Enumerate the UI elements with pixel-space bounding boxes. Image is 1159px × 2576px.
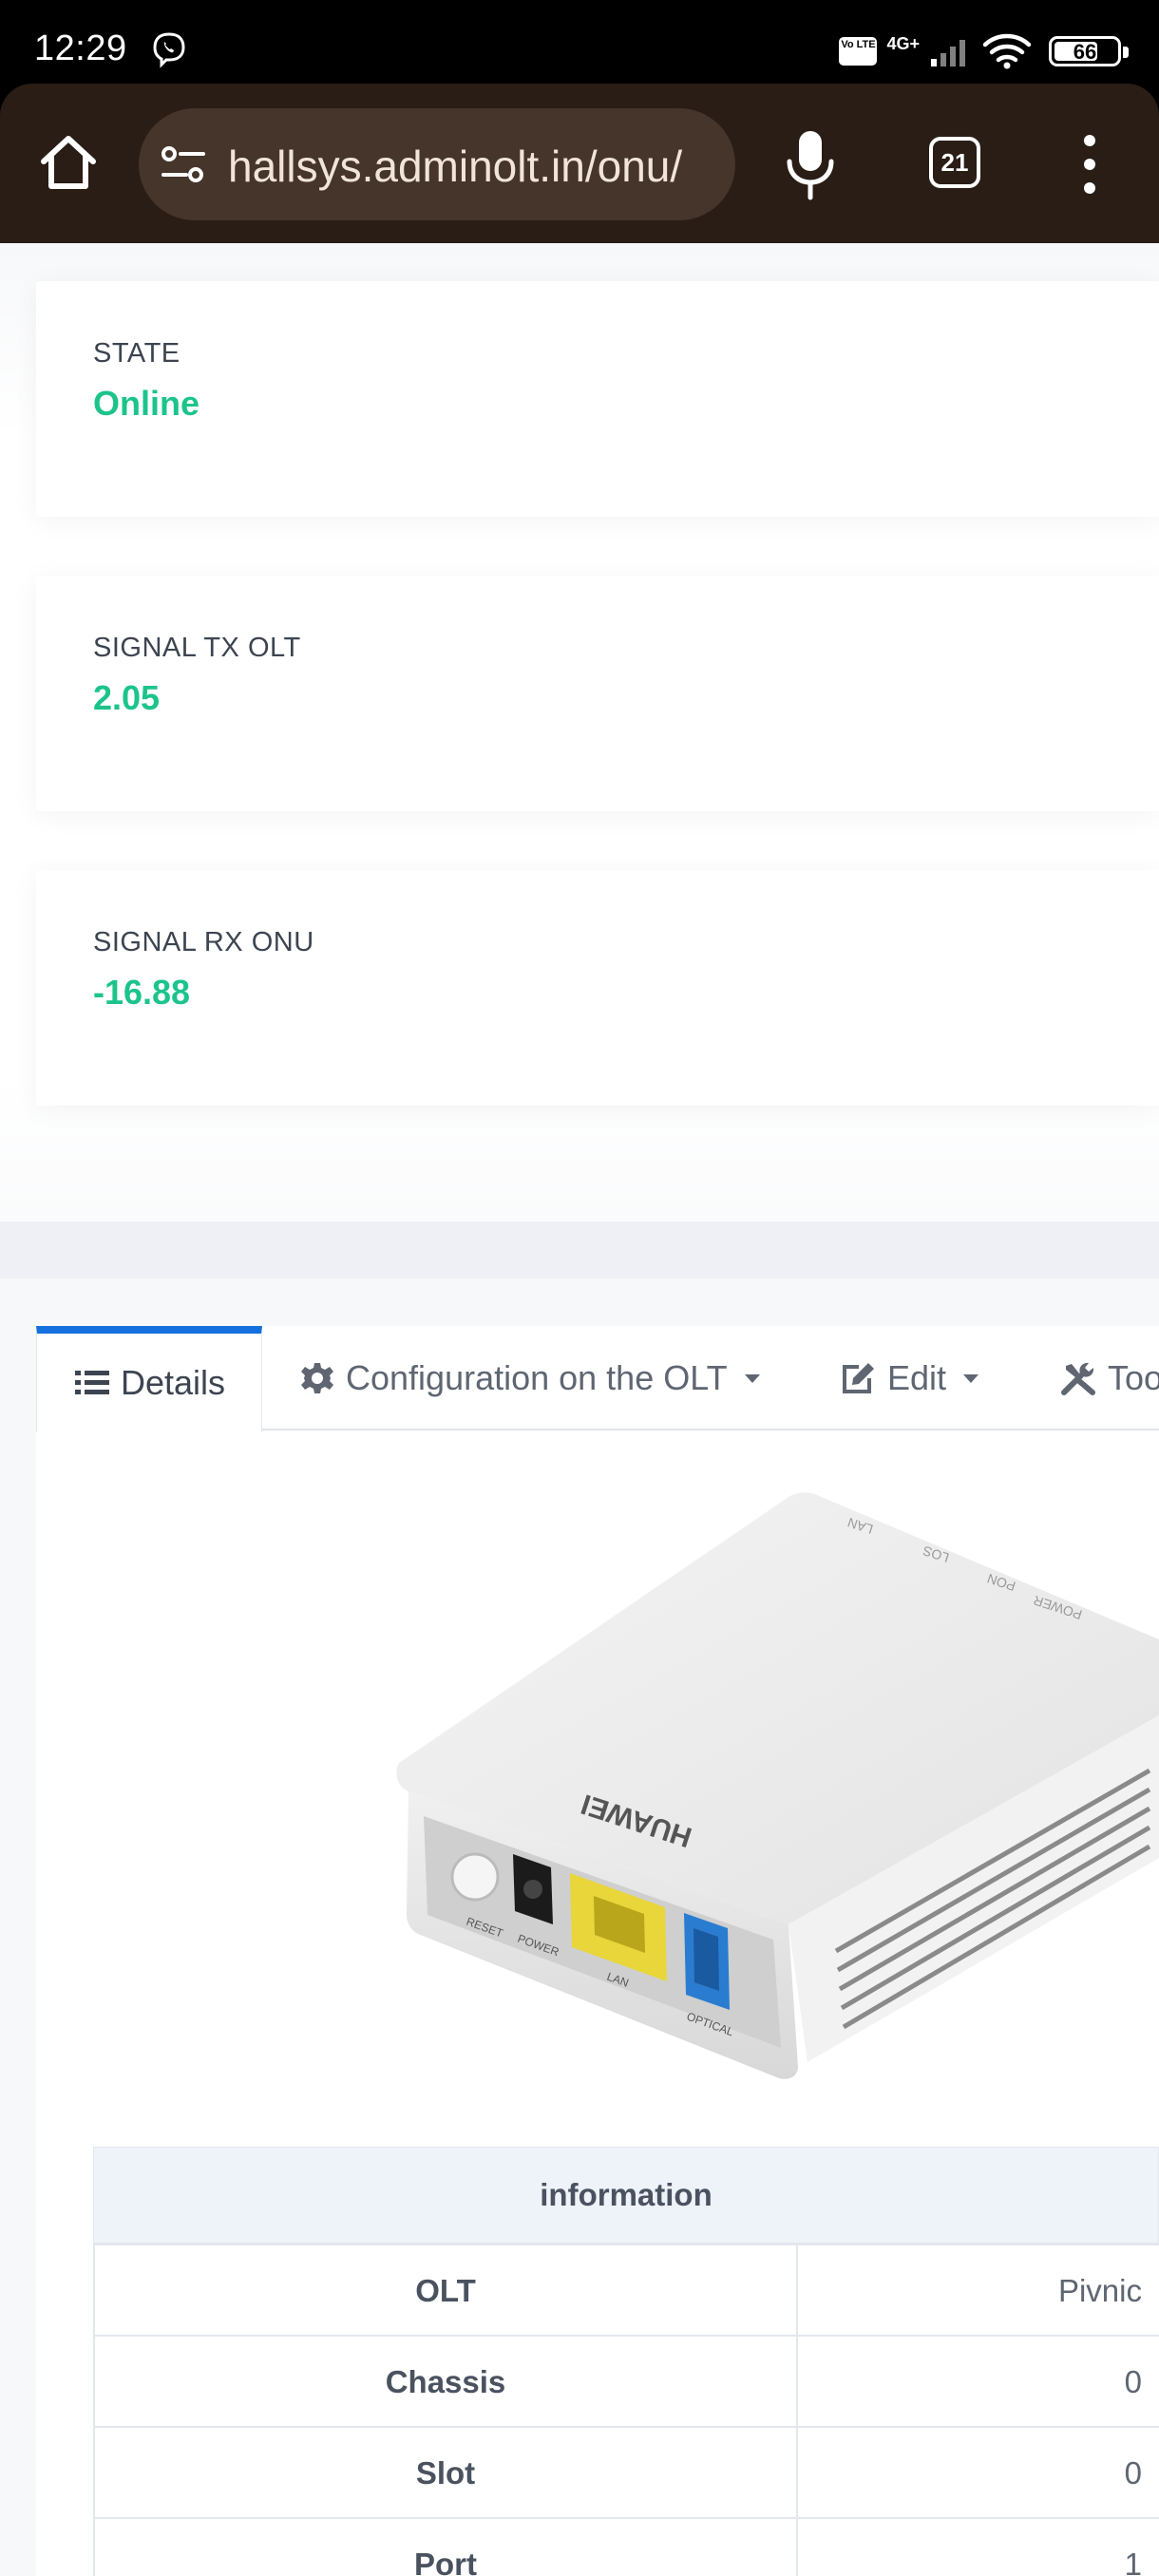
edit-icon bbox=[843, 1363, 874, 1393]
table-row: Slot 0 bbox=[93, 2426, 1159, 2519]
table-header: information bbox=[93, 2147, 1159, 2244]
browser-toolbar: hallsys.adminolt.in/onu/ 21 bbox=[0, 84, 1159, 243]
battery-cap bbox=[1123, 47, 1129, 58]
tab-label: Configuration on the OLT bbox=[346, 1358, 728, 1397]
stat-card-signal-tx-olt: SIGNAL TX OLT 2.05 bbox=[36, 576, 1159, 811]
stat-label: STATE bbox=[93, 338, 180, 369]
battery-percent: 66 bbox=[1073, 40, 1097, 64]
stat-card-signal-rx-onu: SIGNAL RX ONU -16.88 bbox=[36, 870, 1159, 1106]
address-bar[interactable]: hallsys.adminolt.in/onu/ bbox=[139, 108, 735, 220]
table-cell-value: 1 bbox=[1124, 2547, 1142, 2576]
wifi-icon bbox=[982, 33, 1032, 69]
information-table: information OLT Pivnic Chassis 0 Slot 0 … bbox=[93, 2147, 1159, 2576]
gear-icon bbox=[301, 1363, 333, 1393]
network-type: 4G+ bbox=[886, 34, 920, 53]
site-settings-icon[interactable] bbox=[160, 142, 207, 186]
table-cell-key: Chassis bbox=[95, 2337, 798, 2428]
table-cell-key: OLT bbox=[95, 2245, 798, 2337]
details-panel: Details Configuration on the OLT Edit To… bbox=[36, 1326, 1159, 2576]
viber-icon bbox=[153, 32, 185, 68]
stat-card-state: STATE Online bbox=[36, 281, 1159, 517]
stat-value: 2.05 bbox=[93, 678, 161, 717]
tab-label: Details bbox=[121, 1363, 226, 1402]
page-content: STATE Online SIGNAL TX OLT 2.05 SIGNAL R… bbox=[0, 243, 1159, 2576]
tab-edit[interactable]: Edit bbox=[840, 1326, 979, 1430]
stat-value: Online bbox=[93, 384, 200, 423]
url-text[interactable]: hallsys.adminolt.in/onu/ bbox=[228, 141, 722, 192]
section-divider bbox=[0, 1222, 1159, 1279]
status-time: 12:29 bbox=[34, 28, 127, 68]
tab-details[interactable]: Details bbox=[36, 1326, 262, 1432]
table-cell-value: 0 bbox=[1124, 2455, 1142, 2491]
tab-label: Tools bbox=[1108, 1358, 1159, 1397]
tab-bar: Details Configuration on the OLT Edit To… bbox=[36, 1326, 1159, 1432]
onu-device-image: HUAWEI POWER PON LOS LAN RESET POWER LAN… bbox=[396, 1492, 1159, 2079]
battery-indicator: 66 bbox=[1049, 36, 1129, 66]
list-icon bbox=[75, 1371, 109, 1394]
tab-label: Edit bbox=[887, 1358, 947, 1397]
stat-value: -16.88 bbox=[93, 973, 191, 1012]
chevron-down-icon bbox=[744, 1373, 760, 1383]
table-header-label: information bbox=[540, 2177, 712, 2212]
status-bar: 12:29 Vo LTE 4G+ 66 bbox=[0, 0, 1159, 84]
table-row: Chassis 0 bbox=[93, 2335, 1159, 2428]
overflow-menu-icon[interactable] bbox=[1083, 131, 1096, 198]
volte-badge: Vo LTE bbox=[839, 37, 878, 66]
tab-switcher-button[interactable]: 21 bbox=[929, 137, 980, 188]
chevron-down-icon bbox=[963, 1373, 979, 1383]
table-cell-value: Pivnic bbox=[1057, 2273, 1142, 2308]
tab-configuration-on-olt[interactable]: Configuration on the OLT bbox=[300, 1326, 760, 1430]
table-row: OLT Pivnic bbox=[93, 2244, 1159, 2337]
stat-label: SIGNAL RX ONU bbox=[93, 927, 314, 957]
tools-icon bbox=[1061, 1362, 1095, 1395]
table-cell-key: Slot bbox=[95, 2428, 798, 2519]
signal-strength-icon bbox=[931, 40, 965, 66]
microphone-icon[interactable] bbox=[785, 127, 836, 201]
table-cell-key: Port bbox=[95, 2519, 798, 2576]
stat-label: SIGNAL TX OLT bbox=[93, 633, 301, 663]
status-indicators: Vo LTE 4G+ 66 bbox=[839, 32, 1129, 70]
tab-tools[interactable]: Tools bbox=[1060, 1326, 1159, 1430]
home-icon[interactable] bbox=[36, 131, 101, 196]
table-cell-value: 0 bbox=[1124, 2364, 1142, 2399]
table-row: Port 1 bbox=[93, 2517, 1159, 2576]
